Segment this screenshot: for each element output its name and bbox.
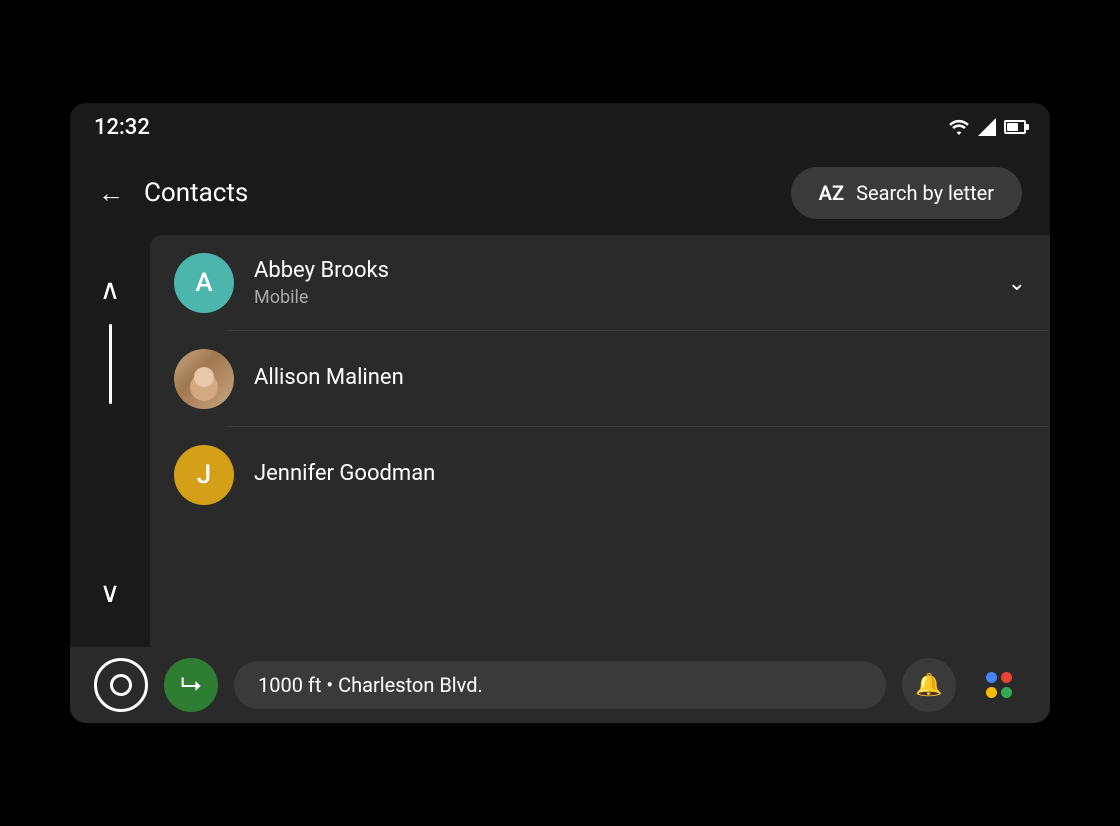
scroll-indicator	[109, 324, 112, 404]
header: ← Contacts AZ Search by letter	[70, 151, 1050, 235]
battery-icon	[1004, 120, 1026, 134]
signal-icon	[978, 118, 996, 136]
contact-item-abbey-brooks[interactable]: A Abbey Brooks Mobile ⌄	[150, 235, 1050, 331]
navigation-info-pill: 1000 ft • Charleston Blvd.	[234, 661, 886, 709]
dot-green	[1001, 687, 1012, 698]
search-by-letter-label: Search by letter	[856, 181, 994, 205]
search-by-letter-button[interactable]: AZ Search by letter	[791, 167, 1022, 219]
contact-list: A Abbey Brooks Mobile ⌄ Allison Malinen …	[150, 235, 1050, 647]
device-frame: 12:32 ← Contacts AZ Search by letter	[70, 103, 1050, 723]
scroll-controls: ∧ ∨	[70, 235, 150, 647]
contact-item-allison-malinen[interactable]: Allison Malinen	[150, 331, 1050, 427]
page-title: Contacts	[144, 178, 771, 208]
dot-red	[1001, 672, 1012, 683]
contact-info-abbey: Abbey Brooks Mobile	[254, 258, 988, 308]
avatar-allison	[174, 349, 234, 409]
navigation-info-text: 1000 ft • Charleston Blvd.	[258, 673, 483, 697]
avatar-jennifer	[174, 445, 234, 505]
scroll-track	[109, 314, 112, 568]
body-area: ∧ ∨ A Abbey Brooks Mobile ⌄ Allison	[70, 235, 1050, 647]
contact-info-allison: Allison Malinen	[254, 365, 1026, 394]
scroll-down-button[interactable]: ∨	[92, 568, 129, 617]
navigation-button[interactable]: ⮡	[164, 658, 218, 712]
contact-name-jennifer: Jennifer Goodman	[254, 461, 1026, 486]
contact-info-jennifer: Jennifer Goodman	[254, 461, 1026, 490]
bell-icon: 🔔	[915, 673, 942, 698]
scroll-up-button[interactable]: ∧	[92, 265, 129, 314]
status-icons	[948, 118, 1026, 136]
google-assistant-button[interactable]	[972, 658, 1026, 712]
home-icon	[110, 674, 132, 696]
contact-item-jennifer-goodman[interactable]: Jennifer Goodman	[150, 427, 1050, 523]
status-bar: 12:32	[70, 103, 1050, 151]
dot-blue	[986, 672, 997, 683]
dot-yellow	[986, 687, 997, 698]
status-time: 12:32	[94, 115, 150, 140]
az-icon: AZ	[819, 181, 844, 205]
back-button[interactable]: ←	[98, 178, 124, 209]
avatar-abbey: A	[174, 253, 234, 313]
bottom-nav: ⮡ 1000 ft • Charleston Blvd. 🔔	[70, 647, 1050, 723]
contact-name-allison: Allison Malinen	[254, 365, 1026, 390]
wifi-icon	[948, 119, 970, 135]
home-button[interactable]	[94, 658, 148, 712]
bell-button[interactable]: 🔔	[902, 658, 956, 712]
contact-type-abbey: Mobile	[254, 287, 988, 308]
turn-arrow-icon: ⮡	[181, 670, 202, 701]
google-dots-icon	[986, 672, 1012, 698]
expand-icon-abbey[interactable]: ⌄	[1008, 271, 1026, 296]
contact-name-abbey: Abbey Brooks	[254, 258, 988, 283]
